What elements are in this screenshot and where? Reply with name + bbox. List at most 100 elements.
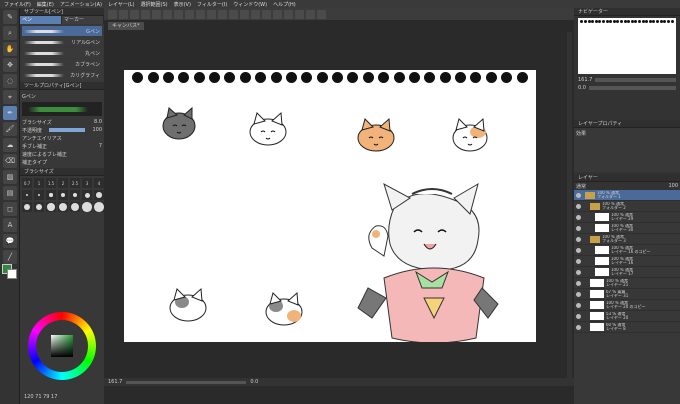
command-bar-icon[interactable]: [229, 9, 238, 19]
layer-row[interactable]: 100 % 通常 レイヤー 21: [574, 278, 680, 289]
layer-row[interactable]: 67 % 乗算 レイヤー 31: [574, 289, 680, 300]
brush-item[interactable]: リアルGペン: [22, 37, 102, 47]
angle-value[interactable]: 0.0: [250, 379, 258, 385]
eye-icon[interactable]: [576, 280, 581, 286]
blend-mode-select[interactable]: 通常: [576, 183, 586, 190]
eraser-icon[interactable]: ⌫: [3, 154, 17, 168]
fill-icon[interactable]: ▨: [3, 170, 17, 184]
hue-ring[interactable]: [28, 312, 96, 380]
command-bar-icon[interactable]: [262, 9, 271, 19]
command-bar-icon[interactable]: [108, 9, 117, 19]
zoom-value[interactable]: 161.7: [108, 379, 122, 385]
hand-icon[interactable]: ✋: [3, 42, 17, 56]
brush-size-preset[interactable]: 7: [46, 190, 56, 200]
brush-size-preset[interactable]: 1.5: [46, 178, 56, 188]
lasso-icon[interactable]: ◌: [3, 74, 17, 88]
command-bar-icon[interactable]: [163, 9, 172, 19]
gradient-icon[interactable]: ▤: [3, 186, 17, 200]
layer-row[interactable]: 100 % 通常 レイヤー 29: [574, 212, 680, 223]
eye-icon[interactable]: [576, 192, 581, 198]
brush-size-preset[interactable]: 10: [70, 190, 80, 200]
saturation-value-square[interactable]: [51, 335, 73, 357]
command-bar-icon[interactable]: [251, 9, 260, 19]
tab-marker[interactable]: マーカー: [62, 16, 104, 24]
command-bar-icon[interactable]: [119, 9, 128, 19]
layer-row[interactable]: 100 % 通常 レイヤー 20 のコピー: [574, 300, 680, 311]
opacity-slider[interactable]: [49, 128, 86, 132]
pen-tool-icon[interactable]: ✎: [3, 10, 17, 24]
eye-icon[interactable]: [576, 258, 581, 264]
airbrush-icon[interactable]: ☁: [3, 138, 17, 152]
brush-size-value[interactable]: 8.0: [94, 119, 102, 125]
command-bar-icon[interactable]: [218, 9, 227, 19]
text-icon[interactable]: A: [3, 218, 17, 232]
brush-size-preset[interactable]: 1: [34, 178, 44, 188]
brush-size-row[interactable]: ブラシサイズ 8.0: [22, 118, 102, 126]
brush-size-preset[interactable]: 8: [58, 190, 68, 200]
command-bar-icon[interactable]: [152, 9, 161, 19]
layer-row[interactable]: 100 % 通常 フォルダー 2: [574, 201, 680, 212]
stabilization-row[interactable]: 手ブレ補正 7: [22, 142, 102, 150]
eye-icon[interactable]: [576, 225, 581, 231]
layer-row[interactable]: 100 % 通常 レイヤー 16: [574, 256, 680, 267]
menu-item-1[interactable]: 編集(E): [37, 1, 54, 8]
tab-pen[interactable]: ペン: [20, 16, 62, 24]
sub-color-swatch[interactable]: [7, 269, 17, 279]
opacity-value[interactable]: 100: [92, 127, 102, 133]
menu-item-4[interactable]: 選択範囲(S): [141, 1, 168, 8]
zoom-icon[interactable]: ⌕: [3, 26, 17, 40]
brush-size-preset[interactable]: 40: [70, 202, 80, 212]
brush-size-preset[interactable]: 20: [34, 202, 44, 212]
command-bar-icon[interactable]: [284, 9, 293, 19]
command-bar-icon[interactable]: [317, 9, 326, 19]
menu-item-5[interactable]: 表示(V): [174, 1, 191, 8]
layer-row[interactable]: 53 % 通常 レイヤー 20: [574, 311, 680, 322]
brush-size-preset[interactable]: 2.5: [70, 178, 80, 188]
navigator-angle-slider[interactable]: [588, 86, 676, 90]
brush-size-preset[interactable]: 4: [94, 178, 104, 188]
canvas-paper[interactable]: [124, 70, 536, 342]
eye-icon[interactable]: [576, 247, 581, 253]
brush-size-preset[interactable]: 0.7: [22, 178, 32, 188]
line-icon[interactable]: ╱: [3, 250, 17, 264]
brush-size-preset[interactable]: 5: [22, 190, 32, 200]
brush-item[interactable]: カブラペン: [22, 59, 102, 69]
canvas-vertical-scrollbar[interactable]: [567, 32, 572, 382]
command-bar-icon[interactable]: [295, 9, 304, 19]
opacity-row[interactable]: 不透明度 100: [22, 126, 102, 134]
brush-size-preset[interactable]: 30: [58, 202, 68, 212]
brush-item[interactable]: カリグラフィ: [22, 70, 102, 80]
canvas-horizontal-scrollbar[interactable]: [126, 380, 247, 384]
eyedropper-icon[interactable]: ⌖: [3, 90, 17, 104]
antialias-row[interactable]: アンチエイリアス: [22, 134, 102, 142]
brush-item[interactable]: Gペン: [22, 26, 102, 36]
menu-item-6[interactable]: フィルター(I): [197, 1, 227, 8]
menu-item-2[interactable]: アニメーション(A): [60, 1, 102, 8]
color-swatches[interactable]: [2, 264, 18, 280]
command-bar-icon[interactable]: [207, 9, 216, 19]
figure-icon[interactable]: ◻: [3, 202, 17, 216]
brush-icon[interactable]: 🖌: [3, 122, 17, 136]
menu-item-0[interactable]: ファイル(F): [4, 1, 31, 8]
layer-row[interactable]: 60 % 通常 レイヤー 8: [574, 322, 680, 333]
brush-size-preset[interactable]: 15: [94, 190, 104, 200]
command-bar-icon[interactable]: [130, 9, 139, 19]
command-bar-icon[interactable]: [196, 9, 205, 19]
brush-size-preset[interactable]: 17: [22, 202, 32, 212]
correction-type-row[interactable]: 補正タイプ: [22, 158, 102, 166]
eye-icon[interactable]: [576, 291, 581, 297]
stabilization-value[interactable]: 7: [99, 143, 102, 149]
command-bar-icon[interactable]: [141, 9, 150, 19]
command-bar-icon[interactable]: [185, 9, 194, 19]
menu-item-3[interactable]: レイヤー(L): [108, 1, 135, 8]
document-tab[interactable]: キャンバス*: [108, 22, 144, 30]
pen-icon[interactable]: ✒: [3, 106, 17, 120]
menu-item-8[interactable]: ヘルプ(H): [273, 1, 296, 8]
brush-size-preset[interactable]: 12: [82, 190, 92, 200]
brush-size-preset[interactable]: 6: [34, 190, 44, 200]
command-bar-icon[interactable]: [306, 9, 315, 19]
eye-icon[interactable]: [576, 302, 581, 308]
eye-icon[interactable]: [576, 236, 581, 242]
brush-size-preset[interactable]: 60: [94, 202, 104, 212]
navigator-zoom-slider[interactable]: [595, 78, 676, 82]
